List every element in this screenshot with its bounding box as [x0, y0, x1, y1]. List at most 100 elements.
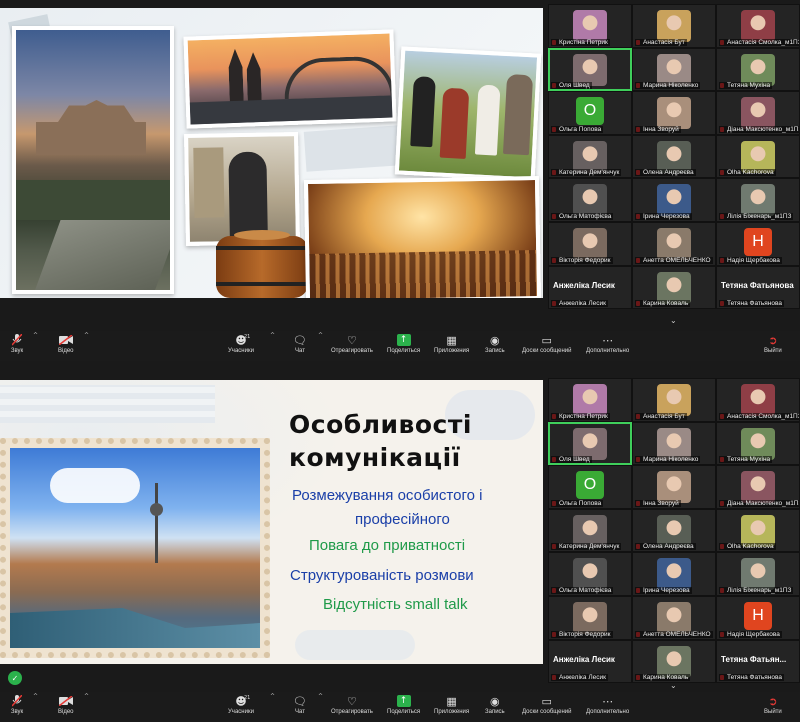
apps-button[interactable]: ▦ Приложения — [434, 694, 469, 716]
participant-tile[interactable]: Анастасія Бут — [632, 378, 716, 422]
participant-tile[interactable]: Тетяна Фатьян... Тетяна Фатьянова — [716, 639, 800, 684]
video-options-caret-icon[interactable]: ^ — [84, 693, 89, 700]
leave-button[interactable]: ➲ Выйти — [764, 694, 782, 716]
apps-icon: ▦ — [446, 694, 457, 708]
participant-tile[interactable]: Карина Коваль — [632, 639, 716, 684]
photo-cathedral-bridge — [183, 29, 397, 129]
participant-tile[interactable]: Анастасія Бут — [632, 4, 716, 48]
participant-tile[interactable]: Тетяна Фатьянова Тетяна Фатьянова — [716, 265, 800, 310]
participant-tile[interactable]: Вікторія Федорик — [548, 595, 632, 640]
participant-tile[interactable]: O Ольга Попова — [548, 465, 632, 509]
audio-label: Звук — [10, 348, 24, 354]
participant-tile[interactable]: Olha Kachorova — [716, 134, 800, 179]
participant-tile[interactable]: Ольга Матофієва — [548, 552, 632, 596]
audio-options-caret-icon[interactable]: ^ — [33, 693, 38, 700]
record-button[interactable]: ◉ Запись — [485, 334, 505, 355]
participant-tile[interactable]: Лілія Біженарь_м1ПЗ — [716, 178, 800, 222]
chat-button[interactable]: 🗨 Чат — [293, 334, 307, 355]
participant-tile[interactable]: Катерина Дем'янчук — [548, 134, 632, 179]
participant-avatar: H — [744, 601, 772, 630]
record-label: Запись — [485, 348, 505, 354]
whiteboards-button[interactable]: ▭ Доски сообщений — [522, 695, 572, 716]
participant-tile[interactable]: Оля Швед — [548, 421, 632, 466]
participant-tile[interactable]: Анастасія Смолка_м1ПЗ — [716, 378, 800, 422]
photo-berlin-skyline — [10, 448, 260, 648]
whiteboards-button[interactable]: ▭ Доски сообщений — [522, 334, 572, 355]
gallery-scroll-down-icon[interactable]: ⌄ — [670, 316, 677, 325]
participant-tile[interactable]: Тетяна Мухіна — [716, 421, 800, 466]
participant-tile[interactable]: Анетта ОМЕЛЬЧЕНКО — [632, 595, 716, 640]
slide-title-line2: комунікації — [289, 443, 461, 472]
participant-tile[interactable]: Карина Коваль — [632, 265, 716, 310]
slide-title-line1: Особливості — [289, 410, 472, 439]
more-button[interactable]: ⋯ Дополнительно — [586, 695, 629, 716]
participant-tile[interactable]: Катерина Дем'янчук — [548, 508, 632, 553]
audio-options-caret-icon[interactable]: ^ — [33, 332, 38, 339]
gallery-scroll-down-icon[interactable]: ⌄ — [670, 681, 677, 690]
participant-name: Анастасія Смолка_м1ПЗ — [719, 38, 799, 46]
leave-icon: ➲ — [768, 694, 778, 708]
participant-tile[interactable]: Ірина Черезова — [632, 178, 716, 222]
meeting-window-top: Кристіна Петрик Анастасія Бут Анастасія См… — [0, 0, 800, 361]
stamp-frame — [0, 438, 270, 658]
participant-tile[interactable]: Анжеліка Лесик Анжеліка Лесик — [548, 265, 632, 310]
participant-tile[interactable]: Анжеліка Лесик Анжеліка Лесик — [548, 639, 632, 684]
participant-tile[interactable]: Вікторія Федорик — [548, 221, 632, 266]
participant-tile[interactable]: Ольга Матофієва — [548, 178, 632, 222]
share-button[interactable]: ↑ Поделиться — [387, 334, 420, 354]
participants-button[interactable]: ☻ 21 Учасники — [228, 695, 254, 716]
participant-name: Анастасія Бут — [635, 38, 687, 46]
security-shield-icon[interactable]: ✓ — [8, 671, 22, 685]
participant-tile[interactable]: Марина Ніколенко — [632, 47, 716, 92]
participant-tile[interactable]: Олена Андреєва — [632, 134, 716, 179]
paper-blob-decoration — [295, 630, 415, 660]
participant-tile[interactable]: Марина Ніколенко — [632, 421, 716, 466]
participant-name: Олена Андреєва — [635, 169, 696, 177]
participant-tile[interactable]: O Ольга Попова — [548, 91, 632, 135]
video-options-caret-icon[interactable]: ^ — [84, 332, 89, 339]
audio-button[interactable]: Звук — [10, 334, 24, 354]
participant-video-feed — [741, 10, 775, 42]
participant-tile[interactable]: Тетяна Мухіна — [716, 47, 800, 92]
participants-caret-icon[interactable]: ^ — [270, 332, 275, 339]
chat-button[interactable]: 🗨 Чат — [293, 695, 307, 716]
video-button[interactable]: Відео — [58, 695, 74, 715]
participant-video-feed — [657, 184, 691, 217]
apps-button[interactable]: ▦ Приложения — [434, 334, 469, 355]
leave-button[interactable]: ➲ Выйти — [764, 334, 782, 355]
participant-tile[interactable]: H Надія Щербакова — [716, 221, 800, 266]
participant-tile[interactable]: Анетта ОМЕЛЬЧЕНКО — [632, 221, 716, 266]
participants-count: 21 — [244, 695, 251, 701]
participant-tile[interactable]: Ірина Черезова — [632, 552, 716, 596]
participant-tile[interactable]: Кристіна Петрик — [548, 378, 632, 422]
participant-video-feed — [573, 140, 607, 173]
participant-video-feed — [657, 384, 691, 416]
audio-button[interactable]: Звук — [10, 695, 24, 715]
participant-tile[interactable]: Інна Зворуй — [632, 91, 716, 135]
react-button[interactable]: ♡ Отреагировать — [331, 334, 373, 355]
participant-name: Тетяна Фатьянова — [719, 674, 785, 682]
react-button[interactable]: ♡ Отреагировать — [331, 695, 373, 716]
microphone-muted-icon — [10, 334, 24, 346]
video-button[interactable]: Відео — [58, 334, 74, 354]
participant-tile[interactable]: H Надія Щербакова — [716, 595, 800, 640]
participant-tile[interactable]: Оля Швед — [548, 47, 632, 92]
participant-tile[interactable]: Анастасія Смолка_м1ПЗ — [716, 4, 800, 48]
participants-button[interactable]: ☻ 21 Учасники — [228, 334, 254, 355]
participants-caret-icon[interactable]: ^ — [270, 693, 275, 700]
participant-name: Катерина Дем'янчук — [551, 543, 622, 551]
participant-tile[interactable]: Olha Kachorova — [716, 508, 800, 553]
participant-tile[interactable]: Інна Зворуй — [632, 465, 716, 509]
participant-tile[interactable]: Діана Максютенко_м1ПЗ — [716, 91, 800, 135]
record-button[interactable]: ◉ Запись — [485, 695, 505, 716]
participant-tile[interactable]: Лілія Біженарь_м1ПЗ — [716, 552, 800, 596]
chat-caret-icon[interactable]: ^ — [318, 693, 323, 700]
participant-tile[interactable]: Діана Максютенко_м1ПЗ — [716, 465, 800, 509]
chat-caret-icon[interactable]: ^ — [318, 332, 323, 339]
participant-video-feed — [657, 53, 691, 86]
participant-video-feed — [573, 427, 607, 460]
share-button[interactable]: ↑ Поделиться — [387, 695, 420, 715]
participant-tile[interactable]: Олена Андреєва — [632, 508, 716, 553]
more-button[interactable]: ⋯ Дополнительно — [586, 334, 629, 355]
participant-tile[interactable]: Кристіна Петрик — [548, 4, 632, 48]
